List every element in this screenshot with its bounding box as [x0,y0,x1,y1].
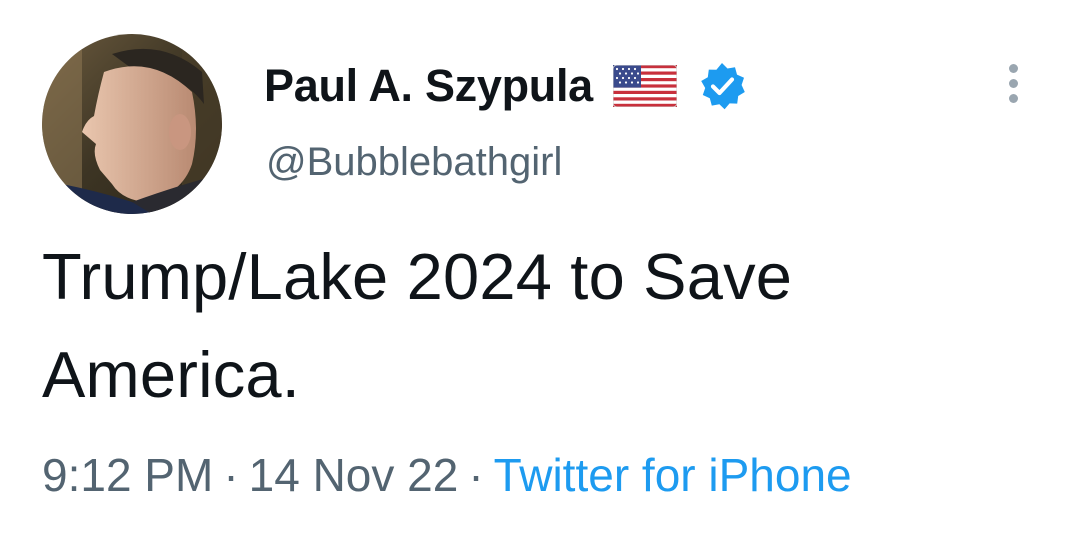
meta-separator: · [223,449,239,501]
author-handle[interactable]: @Bubblebathgirl [266,140,562,185]
more-dot [1008,94,1018,103]
more-dot [1008,64,1018,73]
tweet-source-link[interactable]: Twitter for iPhone [494,449,852,501]
tweet-text: Trump/Lake 2024 to Save America. [42,240,793,411]
tweet-date[interactable]: 14 Nov 22 [249,449,459,501]
meta-separator: · [468,449,484,501]
author-name-row: Paul A. Szypula [264,58,747,114]
more-options-icon[interactable] [998,64,1028,112]
avatar[interactable] [42,34,222,214]
tweet-meta: 9:12 PM · 14 Nov 22 · Twitter for iPhone [42,448,852,502]
author-display-name[interactable]: Paul A. Szypula [264,60,593,112]
verified-badge-icon[interactable] [697,61,747,111]
more-dot [1008,79,1018,88]
tweet-time[interactable]: 9:12 PM [42,449,213,501]
tweet: Paul A. Szypula @Bubblebathgirl Trump/La… [0,0,1080,544]
us-flag-icon [612,64,678,108]
